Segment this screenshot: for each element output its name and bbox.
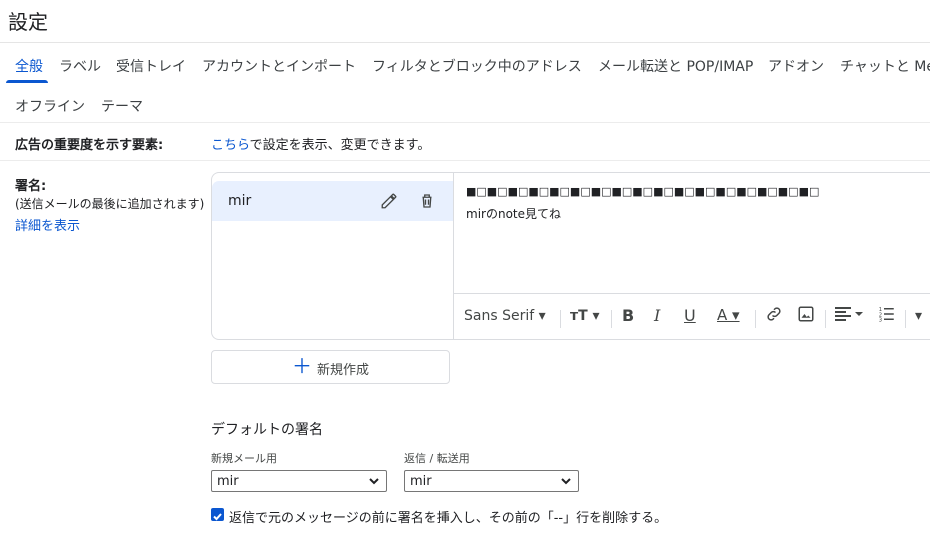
text-color-icon[interactable]: A ▾	[717, 306, 740, 324]
insert-before-quote-checkbox[interactable]	[211, 508, 224, 521]
tab-labels[interactable]: ラベル	[59, 56, 101, 76]
plus-icon: ＋	[292, 354, 312, 378]
check-icon	[213, 513, 222, 521]
signature-name: mir	[228, 193, 252, 209]
divider	[0, 122, 930, 123]
new-mail-label: 新規メール用	[211, 452, 277, 465]
tab-offline[interactable]: オフライン	[15, 96, 85, 116]
signature-panel: mir ■□■□■□■□■□■□■□■□■□■□■□■□■□■□■□■□■□ m…	[211, 172, 930, 340]
tab-general[interactable]: 全般	[15, 56, 43, 76]
reply-signature-select[interactable]: mir	[404, 470, 579, 492]
signature-list-item[interactable]: mir	[212, 181, 453, 221]
editor-text-line: ■□■□■□■□■□■□■□■□■□■□■□■□■□■□■□■□■□	[466, 185, 820, 198]
divider	[560, 310, 561, 328]
editor-text-line: mirのnote見てね	[466, 207, 561, 221]
insert-before-quote-label: 返信で元のメッセージの前に署名を挿入し、その前の「--」行を削除する。	[229, 511, 668, 526]
format-toolbar: Sans Serif ▾ тT ▾ B I U A ▾ 123 ▾	[454, 293, 930, 340]
divider	[611, 310, 612, 328]
more-icon[interactable]: ▾	[915, 308, 922, 324]
divider	[0, 42, 930, 43]
new-signature-button[interactable]: ＋ 新規作成	[211, 350, 450, 384]
signature-list: mir	[212, 173, 454, 339]
new-mail-signature-select[interactable]: mir	[211, 470, 387, 492]
font-size-icon[interactable]: тT ▾	[570, 308, 600, 324]
edit-icon[interactable]	[379, 191, 399, 211]
default-signature-title: デフォルトの署名	[211, 422, 323, 438]
ads-setting-label: 広告の重要度を示す要素:	[15, 138, 164, 153]
tab-chat[interactable]: チャットと Me	[840, 56, 930, 76]
divider	[755, 310, 756, 328]
italic-icon[interactable]: I	[654, 306, 660, 325]
ads-setting-desc: で設定を表示、変更できます。	[249, 138, 431, 153]
list-icon[interactable]: 123	[878, 305, 896, 327]
divider	[905, 310, 906, 328]
details-link[interactable]: 詳細を表示	[15, 215, 80, 234]
tab-filters[interactable]: フィルタとブロック中のアドレス	[372, 56, 582, 76]
signature-label: 署名:	[15, 179, 47, 194]
new-mail-signature-value: mir	[217, 474, 239, 489]
image-icon[interactable]	[797, 305, 815, 327]
chevron-down-icon	[560, 474, 572, 492]
tab-forwarding[interactable]: メール転送と POP/IMAP	[598, 56, 753, 76]
signature-editor[interactable]: ■□■□■□■□■□■□■□■□■□■□■□■□■□■□■□■□■□ mirのn…	[454, 173, 930, 339]
page-title: 設定	[8, 10, 48, 34]
tab-addons[interactable]: アドオン	[768, 56, 824, 76]
font-family-select[interactable]: Sans Serif ▾	[464, 308, 546, 324]
active-tab-indicator	[6, 80, 48, 83]
ads-setting-link[interactable]: こちら	[211, 138, 250, 153]
reply-label: 返信 / 転送用	[404, 452, 470, 465]
font-family-value: Sans Serif	[464, 308, 535, 324]
align-icon[interactable]	[834, 305, 864, 327]
delete-icon[interactable]	[417, 191, 437, 211]
divider	[0, 160, 930, 161]
reply-signature-value: mir	[410, 474, 432, 489]
underline-icon[interactable]: U	[684, 306, 696, 325]
svg-text:3: 3	[879, 318, 882, 324]
chevron-down-icon	[368, 474, 380, 492]
divider	[825, 310, 826, 328]
tab-themes[interactable]: テーマ	[101, 96, 143, 116]
tab-inbox[interactable]: 受信トレイ	[116, 56, 186, 76]
signature-note: (送信メールの最後に追加されます)	[15, 197, 205, 211]
bold-icon[interactable]: B	[622, 306, 634, 325]
link-icon[interactable]	[765, 305, 783, 327]
tab-accounts[interactable]: アカウントとインポート	[202, 56, 356, 76]
ads-setting-text: こちらで設定を表示、変更できます。	[211, 134, 430, 153]
settings-tabs: 全般 ラベル 受信トレイ アカウントとインポート フィルタとブロック中のアドレス…	[0, 50, 930, 130]
new-signature-label: 新規作成	[317, 363, 370, 378]
